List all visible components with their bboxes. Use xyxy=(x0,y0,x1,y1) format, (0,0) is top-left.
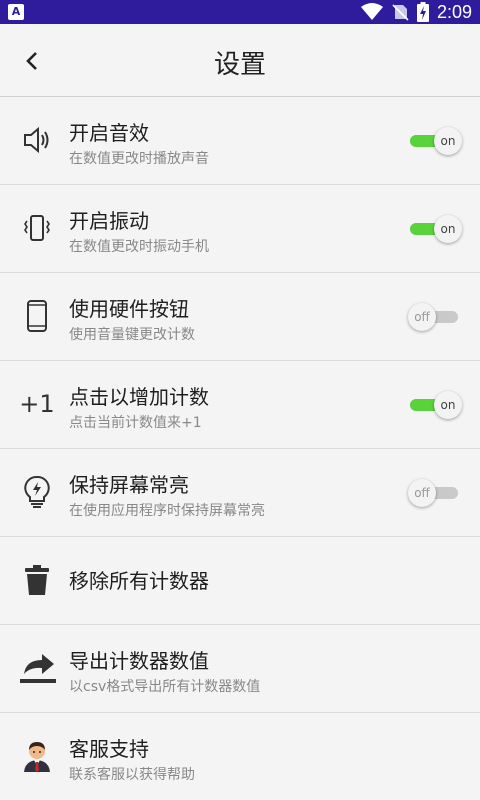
setting-title: 使用硬件按钮 xyxy=(69,297,189,321)
setting-hardware-buttons[interactable]: 使用硬件按钮 使用音量键更改计数 off xyxy=(0,273,480,361)
setting-subtitle: 以csv格式导出所有计数器数值 xyxy=(69,679,261,695)
setting-title: 客服支持 xyxy=(69,737,149,761)
battery-charging-icon xyxy=(416,2,429,22)
setting-customer-support[interactable]: 客服支持 联系客服以获得帮助 xyxy=(0,713,480,800)
support-agent-icon xyxy=(24,742,50,772)
setting-subtitle: 在使用应用程序时保持屏幕常亮 xyxy=(69,503,265,519)
toggle-state: on xyxy=(434,215,462,243)
vibration-toggle[interactable]: on xyxy=(408,215,462,243)
status-bar: A 2:09 xyxy=(0,0,480,24)
setting-sound[interactable]: 开启音效 在数值更改时播放声音 on xyxy=(0,97,480,185)
setting-subtitle: 在数值更改时振动手机 xyxy=(69,239,209,255)
setting-remove-all-counters[interactable]: 移除所有计数器 xyxy=(0,537,480,625)
wifi-icon xyxy=(360,3,383,20)
setting-subtitle: 使用音量键更改计数 xyxy=(69,327,195,343)
tap-increment-toggle[interactable]: on xyxy=(408,391,462,419)
toggle-state: off xyxy=(408,303,436,331)
setting-subtitle: 点击当前计数值来+1 xyxy=(69,415,202,431)
setting-title: 开启振动 xyxy=(69,209,149,233)
app-header: 设置 xyxy=(0,24,480,97)
setting-export-values[interactable]: 导出计数器数值 以csv格式导出所有计数器数值 xyxy=(0,625,480,713)
setting-subtitle: 在数值更改时播放声音 xyxy=(69,151,209,167)
app-notification-icon: A xyxy=(8,4,24,20)
status-time: 2:09 xyxy=(436,1,472,22)
settings-list: 开启音效 在数值更改时播放声音 on 开启振动 在数值更改时振动手机 on 使用… xyxy=(0,97,480,800)
toggle-state: off xyxy=(408,479,436,507)
sound-toggle[interactable]: on xyxy=(408,127,462,155)
share-export-icon xyxy=(20,654,56,683)
toggle-state: on xyxy=(434,391,462,419)
keep-screen-on-toggle[interactable]: off xyxy=(408,479,462,507)
lightbulb-icon xyxy=(24,475,50,508)
setting-keep-screen-on[interactable]: 保持屏幕常亮 在使用应用程序时保持屏幕常亮 off xyxy=(0,449,480,537)
setting-vibration[interactable]: 开启振动 在数值更改时振动手机 on xyxy=(0,185,480,273)
vibrate-icon xyxy=(24,215,50,241)
setting-title: 移除所有计数器 xyxy=(69,569,209,593)
page-title: 设置 xyxy=(213,50,266,80)
toggle-state: on xyxy=(434,127,462,155)
setting-tap-increment[interactable]: +1 点击以增加计数 点击当前计数值来+1 on xyxy=(0,361,480,449)
phone-icon xyxy=(27,300,47,332)
setting-subtitle: 联系客服以获得帮助 xyxy=(69,767,195,783)
plus-one-icon: +1 xyxy=(19,390,55,418)
setting-title: 导出计数器数值 xyxy=(69,649,209,673)
no-sim-icon xyxy=(392,4,409,21)
setting-title: 开启音效 xyxy=(69,121,149,145)
setting-title: 保持屏幕常亮 xyxy=(69,473,189,497)
hardware-buttons-toggle[interactable]: off xyxy=(408,303,462,331)
speaker-icon xyxy=(24,126,49,154)
setting-title: 点击以增加计数 xyxy=(69,385,209,409)
trash-icon xyxy=(25,565,49,595)
